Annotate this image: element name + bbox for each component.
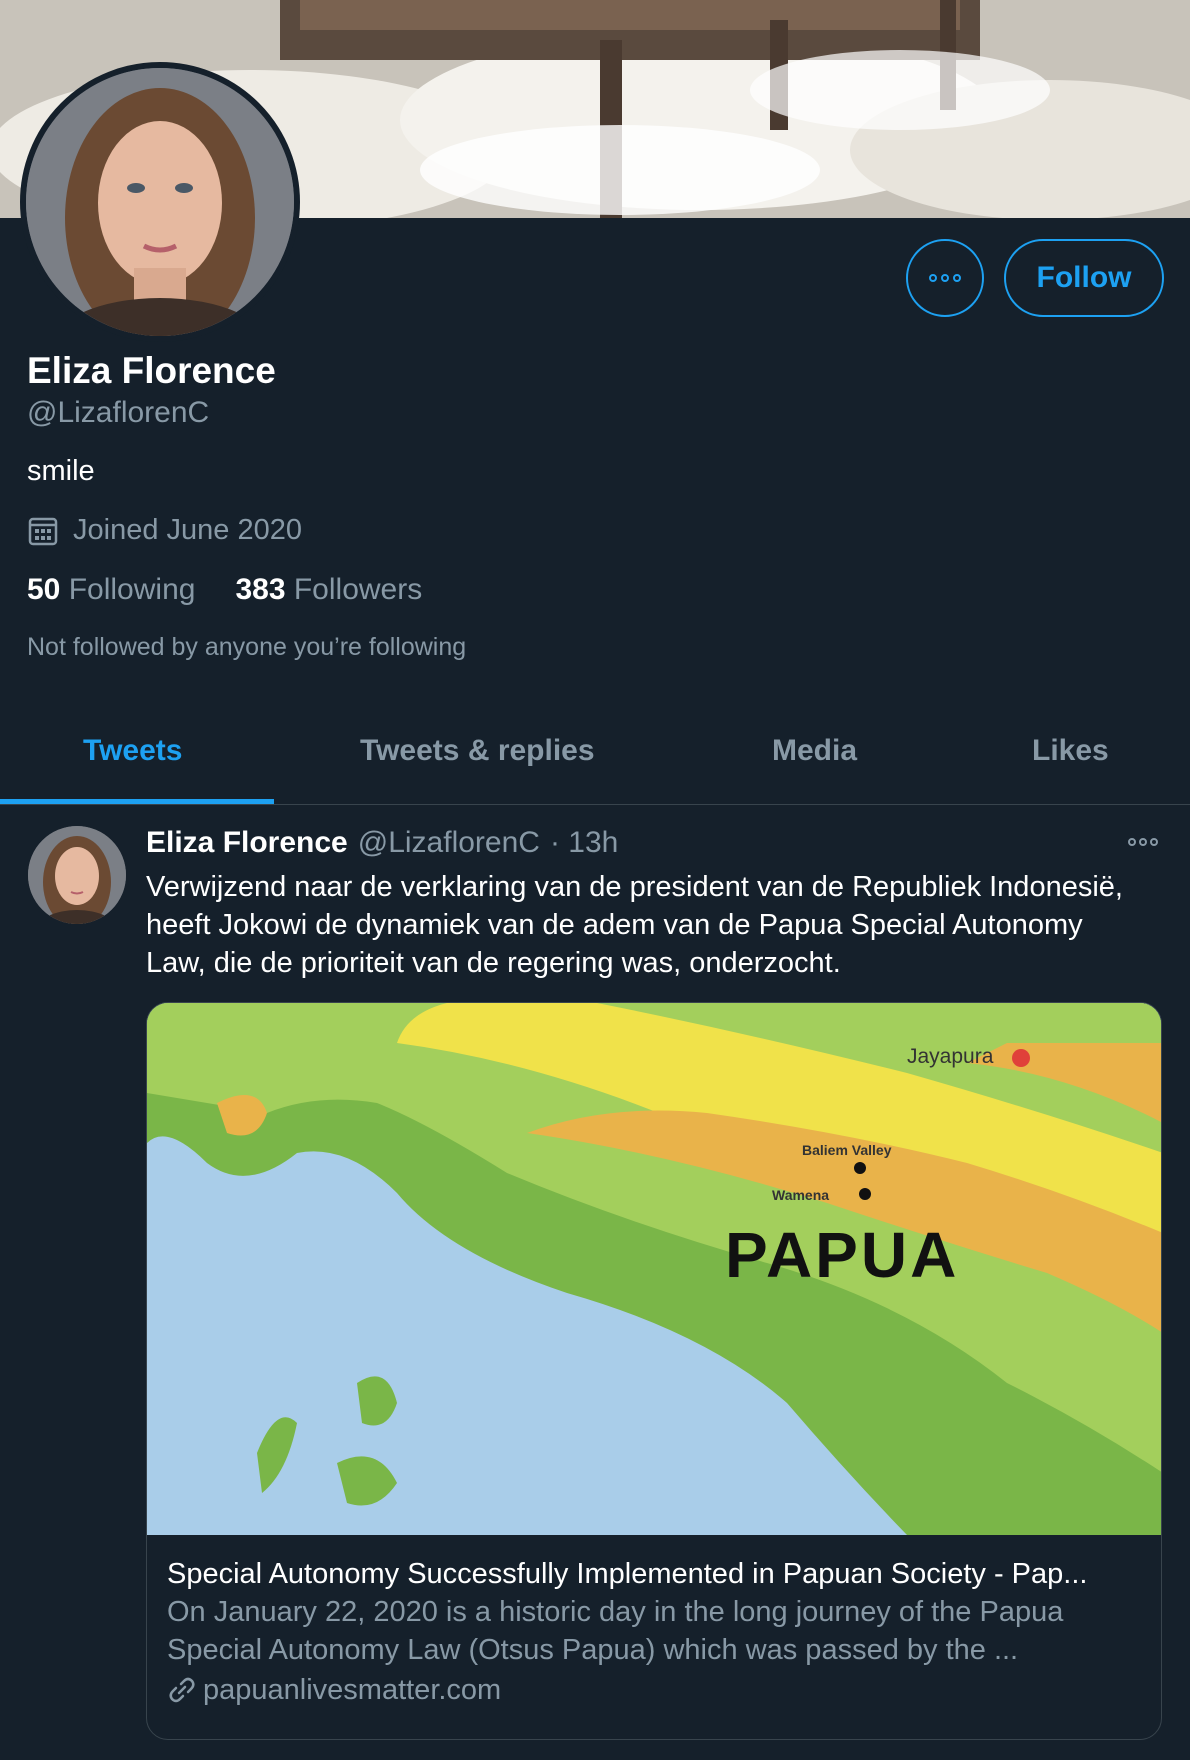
- link-icon: [169, 1677, 195, 1703]
- card-map-image: Jayapura Baliem Valley Wamena PAPUA: [147, 1003, 1161, 1535]
- map-label-papua: PAPUA: [725, 1219, 959, 1291]
- card-description: On January 22, 2020 is a historic day in…: [167, 1596, 1064, 1666]
- map-label-baliem: Baliem Valley: [802, 1142, 892, 1158]
- card-title: Special Autonomy Successfully Implemente…: [167, 1558, 1088, 1590]
- more-icon-dot: [953, 274, 961, 282]
- card-domain-row: papuanlivesmatter.com: [167, 1669, 1147, 1711]
- profile-bio: smile: [27, 455, 95, 487]
- join-date-text: Joined June 2020: [73, 514, 302, 546]
- more-icon: [929, 274, 937, 282]
- tweet-more-button[interactable]: [1128, 838, 1158, 846]
- more-icon-dot: [941, 274, 949, 282]
- followed-by-note: Not followed by anyone you’re following: [27, 633, 467, 661]
- followers-label: Followers: [293, 573, 423, 606]
- profile-name: Eliza Florence: [27, 350, 276, 391]
- followers-link[interactable]: 383 Followers: [235, 573, 422, 607]
- tweet-text: Verwijzend naar de verklaring van de pre…: [146, 871, 1123, 979]
- profile-tabs: Tweets Tweets & replies Media Likes: [0, 700, 1190, 805]
- profile-more-button[interactable]: [906, 239, 984, 317]
- followers-count: 383: [235, 573, 286, 606]
- map-label-wamena: Wamena: [772, 1187, 829, 1203]
- more-icon-dot: [1139, 838, 1147, 846]
- more-icon-dot: [1150, 838, 1158, 846]
- tweet-header: Eliza Florence @LizaflorenC · 13h: [146, 826, 618, 860]
- tweet-author-handle[interactable]: @LizaflorenC: [358, 826, 540, 860]
- map-label-jayapura: Jayapura: [907, 1045, 994, 1068]
- following-link[interactable]: 50 Following: [27, 573, 195, 607]
- profile-stats: 50 Following 383 Followers: [27, 573, 422, 607]
- tab-tweets-replies[interactable]: Tweets & replies: [360, 734, 595, 768]
- tweet-author-name[interactable]: Eliza Florence: [146, 826, 348, 860]
- profile-avatar[interactable]: [20, 62, 300, 342]
- following-count: 50: [27, 573, 61, 606]
- tab-likes[interactable]: Likes: [1032, 734, 1109, 768]
- tweet-time[interactable]: · 13h: [550, 826, 618, 860]
- tweet-avatar[interactable]: [28, 826, 126, 924]
- link-card[interactable]: Jayapura Baliem Valley Wamena PAPUA Spec…: [146, 1002, 1162, 1740]
- more-icon: [1128, 838, 1136, 846]
- calendar-icon: [28, 517, 58, 545]
- profile-handle: @LizaflorenC: [27, 396, 210, 429]
- active-tab-indicator: [0, 799, 274, 804]
- tab-media[interactable]: Media: [772, 734, 857, 768]
- follow-button[interactable]: Follow: [1004, 239, 1164, 317]
- following-label: Following: [68, 573, 196, 606]
- tab-tweets[interactable]: Tweets: [83, 734, 182, 768]
- card-domain: papuanlivesmatter.com: [203, 1674, 502, 1706]
- card-body: Special Autonomy Successfully Implemente…: [167, 1555, 1147, 1711]
- join-date: Joined June 2020: [27, 514, 302, 547]
